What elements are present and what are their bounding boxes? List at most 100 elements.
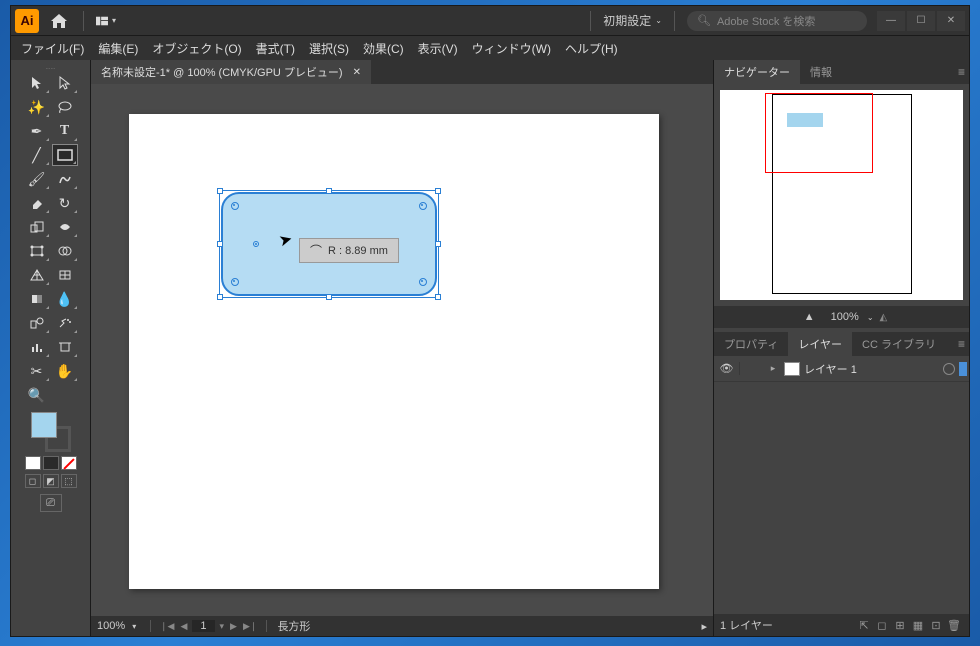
selection-handle[interactable] (435, 294, 441, 300)
menu-edit[interactable]: 編集(E) (98, 40, 138, 57)
next-button[interactable]: ▶ (227, 621, 240, 632)
home-icon[interactable] (47, 9, 71, 33)
new-sublayer-icon[interactable]: ⊞ (891, 619, 909, 632)
app-logo-icon: Ai (15, 9, 39, 33)
last-button[interactable]: ▶❘ (240, 621, 260, 632)
color-mode[interactable] (25, 456, 41, 470)
menu-window[interactable]: ウィンドウ(W) (472, 40, 551, 57)
mesh-tool[interactable] (52, 264, 78, 286)
layer-name[interactable]: レイヤー 1 (804, 361, 943, 377)
tab-cc-libraries[interactable]: CC ライブラリ (852, 332, 946, 356)
type-tool[interactable]: T (52, 120, 78, 142)
hand-tool[interactable]: ✋ (52, 360, 78, 382)
menu-file[interactable]: ファイル(F) (21, 40, 84, 57)
panel-menu-icon[interactable]: ≡ (958, 337, 965, 351)
delete-icon[interactable]: 🗑 (945, 619, 963, 632)
page-input[interactable]: 1 (192, 620, 214, 632)
magic-wand-tool[interactable]: ✨ (24, 96, 50, 118)
artboard-tool[interactable] (52, 336, 78, 358)
locate-object-icon[interactable]: ⇱ (855, 619, 873, 632)
menu-object[interactable]: オブジェクト(O) (152, 40, 241, 57)
rounded-rectangle-shape[interactable]: ➤ ⌒ R : 8.89 mm (221, 192, 437, 296)
chevron-down-icon[interactable]: ⌄ (867, 313, 874, 322)
navigator-zoom[interactable]: 100% (823, 311, 867, 323)
slice-tool[interactable]: ✂ (24, 360, 50, 382)
symbol-sprayer-tool[interactable] (52, 312, 78, 334)
navigator-view[interactable] (720, 90, 963, 300)
menu-help[interactable]: ヘルプ(H) (565, 40, 618, 57)
menu-select[interactable]: 選択(S) (309, 40, 349, 57)
nav-caret[interactable]: ▾ (217, 621, 228, 632)
tab-layers[interactable]: レイヤー (788, 332, 852, 356)
maximize-button[interactable]: ☐ (907, 11, 935, 31)
zoom-tool[interactable]: 🔍 (24, 384, 50, 406)
rotate-tool[interactable]: ↻ (52, 192, 78, 214)
screen-mode-button[interactable]: ⎚ (40, 494, 62, 512)
free-transform-tool[interactable] (24, 240, 50, 262)
menu-format[interactable]: 書式(T) (256, 40, 295, 57)
panel-menu-icon[interactable]: ≡ (958, 65, 965, 79)
blend-tool[interactable] (24, 312, 50, 334)
corner-widget-icon[interactable] (231, 202, 239, 210)
close-icon[interactable]: ✕ (353, 67, 361, 78)
minimize-button[interactable]: — (877, 11, 905, 31)
selection-tool[interactable] (24, 72, 50, 94)
document-tab[interactable]: 名称未設定-1* @ 100% (CMYK/GPU プレビュー) ✕ (91, 60, 371, 84)
selection-handle[interactable] (217, 188, 223, 194)
column-graph-tool[interactable] (24, 336, 50, 358)
new-layer-button[interactable]: ⊡ (927, 619, 945, 632)
shaper-tool[interactable] (52, 168, 78, 190)
fill-stroke-swatch[interactable] (31, 412, 71, 452)
paintbrush-tool[interactable]: 🖌 (24, 168, 50, 190)
tab-properties[interactable]: プロパティ (714, 332, 788, 356)
selection-handle[interactable] (435, 188, 441, 194)
new-layer-icon[interactable]: ▦ (909, 619, 927, 632)
gradient-mode[interactable] (43, 456, 59, 470)
status-caret[interactable]: ▸ (695, 620, 713, 633)
status-zoom[interactable]: 100% ▾ (91, 620, 151, 632)
expand-icon[interactable]: ▸ (766, 363, 780, 374)
gradient-tool[interactable] (24, 288, 50, 310)
layer-color-icon[interactable] (959, 362, 967, 376)
navigator-viewbox[interactable] (765, 93, 873, 173)
eraser-tool[interactable] (24, 192, 50, 214)
layout-button[interactable]: ▾ (96, 14, 116, 28)
perspective-grid-tool[interactable] (24, 264, 50, 286)
prev-button[interactable]: ◀ (177, 621, 190, 632)
canvas[interactable]: ➤ ⌒ R : 8.89 mm (91, 84, 713, 616)
draw-behind[interactable]: ◩ (43, 474, 59, 488)
close-button[interactable]: ✕ (937, 11, 965, 31)
draw-normal[interactable]: ◻ (25, 474, 41, 488)
tab-info[interactable]: 情報 (800, 60, 842, 84)
tab-navigator[interactable]: ナビゲーター (714, 60, 800, 84)
layer-row[interactable]: 👁 ▸ レイヤー 1 (714, 356, 969, 382)
zoom-slider-icon[interactable]: ◭ (880, 312, 888, 323)
menu-view[interactable]: 表示(V) (418, 40, 458, 57)
line-tool[interactable]: ╱ (24, 144, 50, 166)
visibility-icon[interactable]: 👁 (714, 362, 740, 375)
lasso-tool[interactable] (52, 96, 78, 118)
corner-widget-icon[interactable] (419, 278, 427, 286)
fill-swatch[interactable] (31, 412, 57, 438)
menu-effect[interactable]: 効果(C) (363, 40, 404, 57)
first-button[interactable]: ❘◀ (157, 621, 177, 632)
direct-selection-tool[interactable] (52, 72, 78, 94)
target-icon[interactable] (943, 363, 955, 375)
shape-builder-tool[interactable] (52, 240, 78, 262)
search-input[interactable]: 🔍︎ Adobe Stock を検索 (687, 11, 867, 31)
zoom-out-icon[interactable]: ▲ (796, 311, 823, 323)
eyedropper-tool[interactable]: 💧 (52, 288, 78, 310)
rectangle-tool[interactable] (52, 144, 78, 166)
pen-tool[interactable]: ✒ (24, 120, 50, 142)
width-tool[interactable] (52, 216, 78, 238)
selection-handle[interactable] (217, 294, 223, 300)
separator (590, 11, 591, 31)
draw-inside[interactable]: ⬚ (61, 474, 77, 488)
workspace-dropdown[interactable]: 初期設定 ⌄ (595, 10, 670, 31)
none-mode[interactable] (61, 456, 77, 470)
corner-widget-icon[interactable] (419, 202, 427, 210)
corner-widget-icon[interactable] (231, 278, 239, 286)
make-clipping-mask-icon[interactable]: ◻ (873, 619, 891, 632)
grip-icon[interactable]: ∙∙∙∙∙∙ (36, 66, 66, 70)
scale-tool[interactable] (24, 216, 50, 238)
